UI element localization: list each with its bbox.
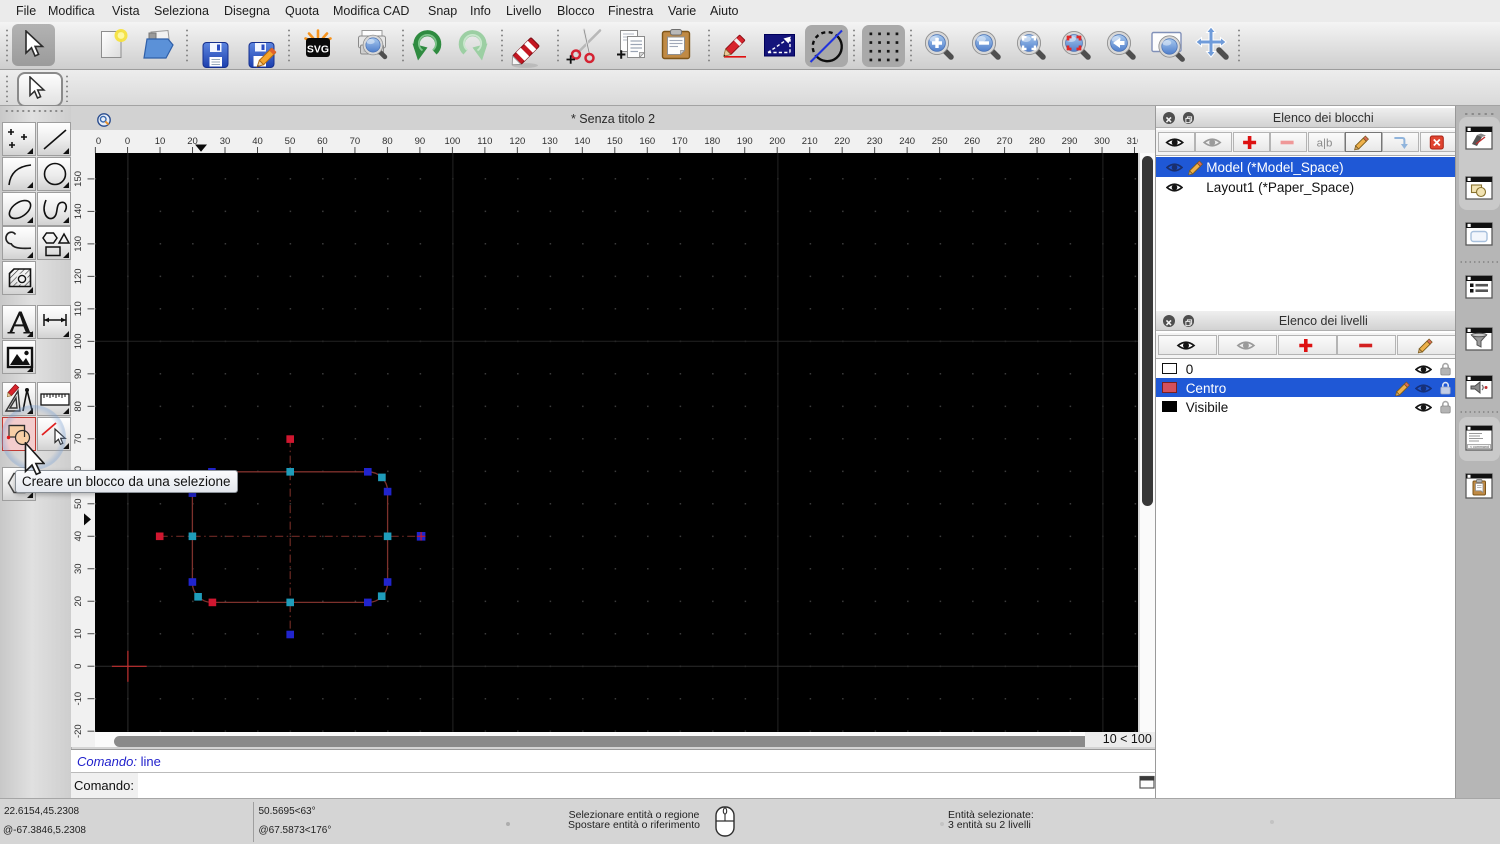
svg-text:210: 210 [802, 136, 818, 147]
svg-text:150: 150 [607, 136, 623, 147]
svg-text:10: 10 [155, 136, 166, 147]
svg-text:60: 60 [317, 136, 328, 147]
svg-text:310: 310 [1127, 136, 1139, 147]
svg-text:140: 140 [575, 136, 591, 147]
svg-text:150: 150 [73, 171, 84, 187]
svg-text:50: 50 [73, 499, 84, 510]
svg-text:70: 70 [350, 136, 361, 147]
svg-text:190: 190 [737, 136, 753, 147]
svg-text:70: 70 [73, 434, 84, 445]
svg-text:30: 30 [220, 136, 231, 147]
svg-text:100: 100 [73, 334, 84, 350]
svg-text:160: 160 [640, 136, 656, 147]
svg-text:240: 240 [899, 136, 915, 147]
svg-text:230: 230 [867, 136, 883, 147]
svg-text:SVG: SVG [307, 44, 329, 56]
svg-text:130: 130 [73, 236, 84, 252]
svg-text:110: 110 [477, 136, 492, 147]
svg-text:40: 40 [252, 136, 263, 147]
svg-text:0: 0 [73, 664, 84, 669]
svg-text:100: 100 [445, 136, 461, 147]
svg-text:170: 170 [672, 136, 688, 147]
svg-text:< command: < command [1470, 445, 1489, 449]
svg-text:-20: -20 [73, 725, 84, 739]
svg-text:130: 130 [542, 136, 558, 147]
svg-text:180: 180 [705, 136, 721, 147]
svg-text:280: 280 [1029, 136, 1045, 147]
svg-text:250: 250 [932, 136, 948, 147]
svg-text:80: 80 [73, 401, 84, 412]
svg-text:90: 90 [73, 369, 84, 380]
svg-text:30: 30 [73, 564, 84, 575]
svg-text:260: 260 [964, 136, 980, 147]
svg-text:10: 10 [73, 629, 84, 640]
svg-text:200: 200 [769, 136, 785, 147]
svg-text:0: 0 [96, 136, 101, 147]
svg-text:40: 40 [73, 531, 84, 542]
svg-text:120: 120 [510, 136, 526, 147]
svg-text:0: 0 [125, 136, 130, 147]
svg-text:290: 290 [1062, 136, 1078, 147]
svg-text:140: 140 [73, 204, 84, 220]
svg-text:220: 220 [834, 136, 850, 147]
svg-text:270: 270 [997, 136, 1013, 147]
svg-text:80: 80 [382, 136, 393, 147]
svg-text:90: 90 [415, 136, 426, 147]
svg-text:110: 110 [73, 301, 84, 316]
svg-text:20: 20 [73, 596, 84, 607]
svg-text:50: 50 [285, 136, 296, 147]
svg-text:120: 120 [73, 269, 84, 285]
svg-text:300: 300 [1094, 136, 1110, 147]
svg-text:-10: -10 [73, 692, 84, 706]
svg-text:a|b: a|b [1317, 137, 1333, 149]
